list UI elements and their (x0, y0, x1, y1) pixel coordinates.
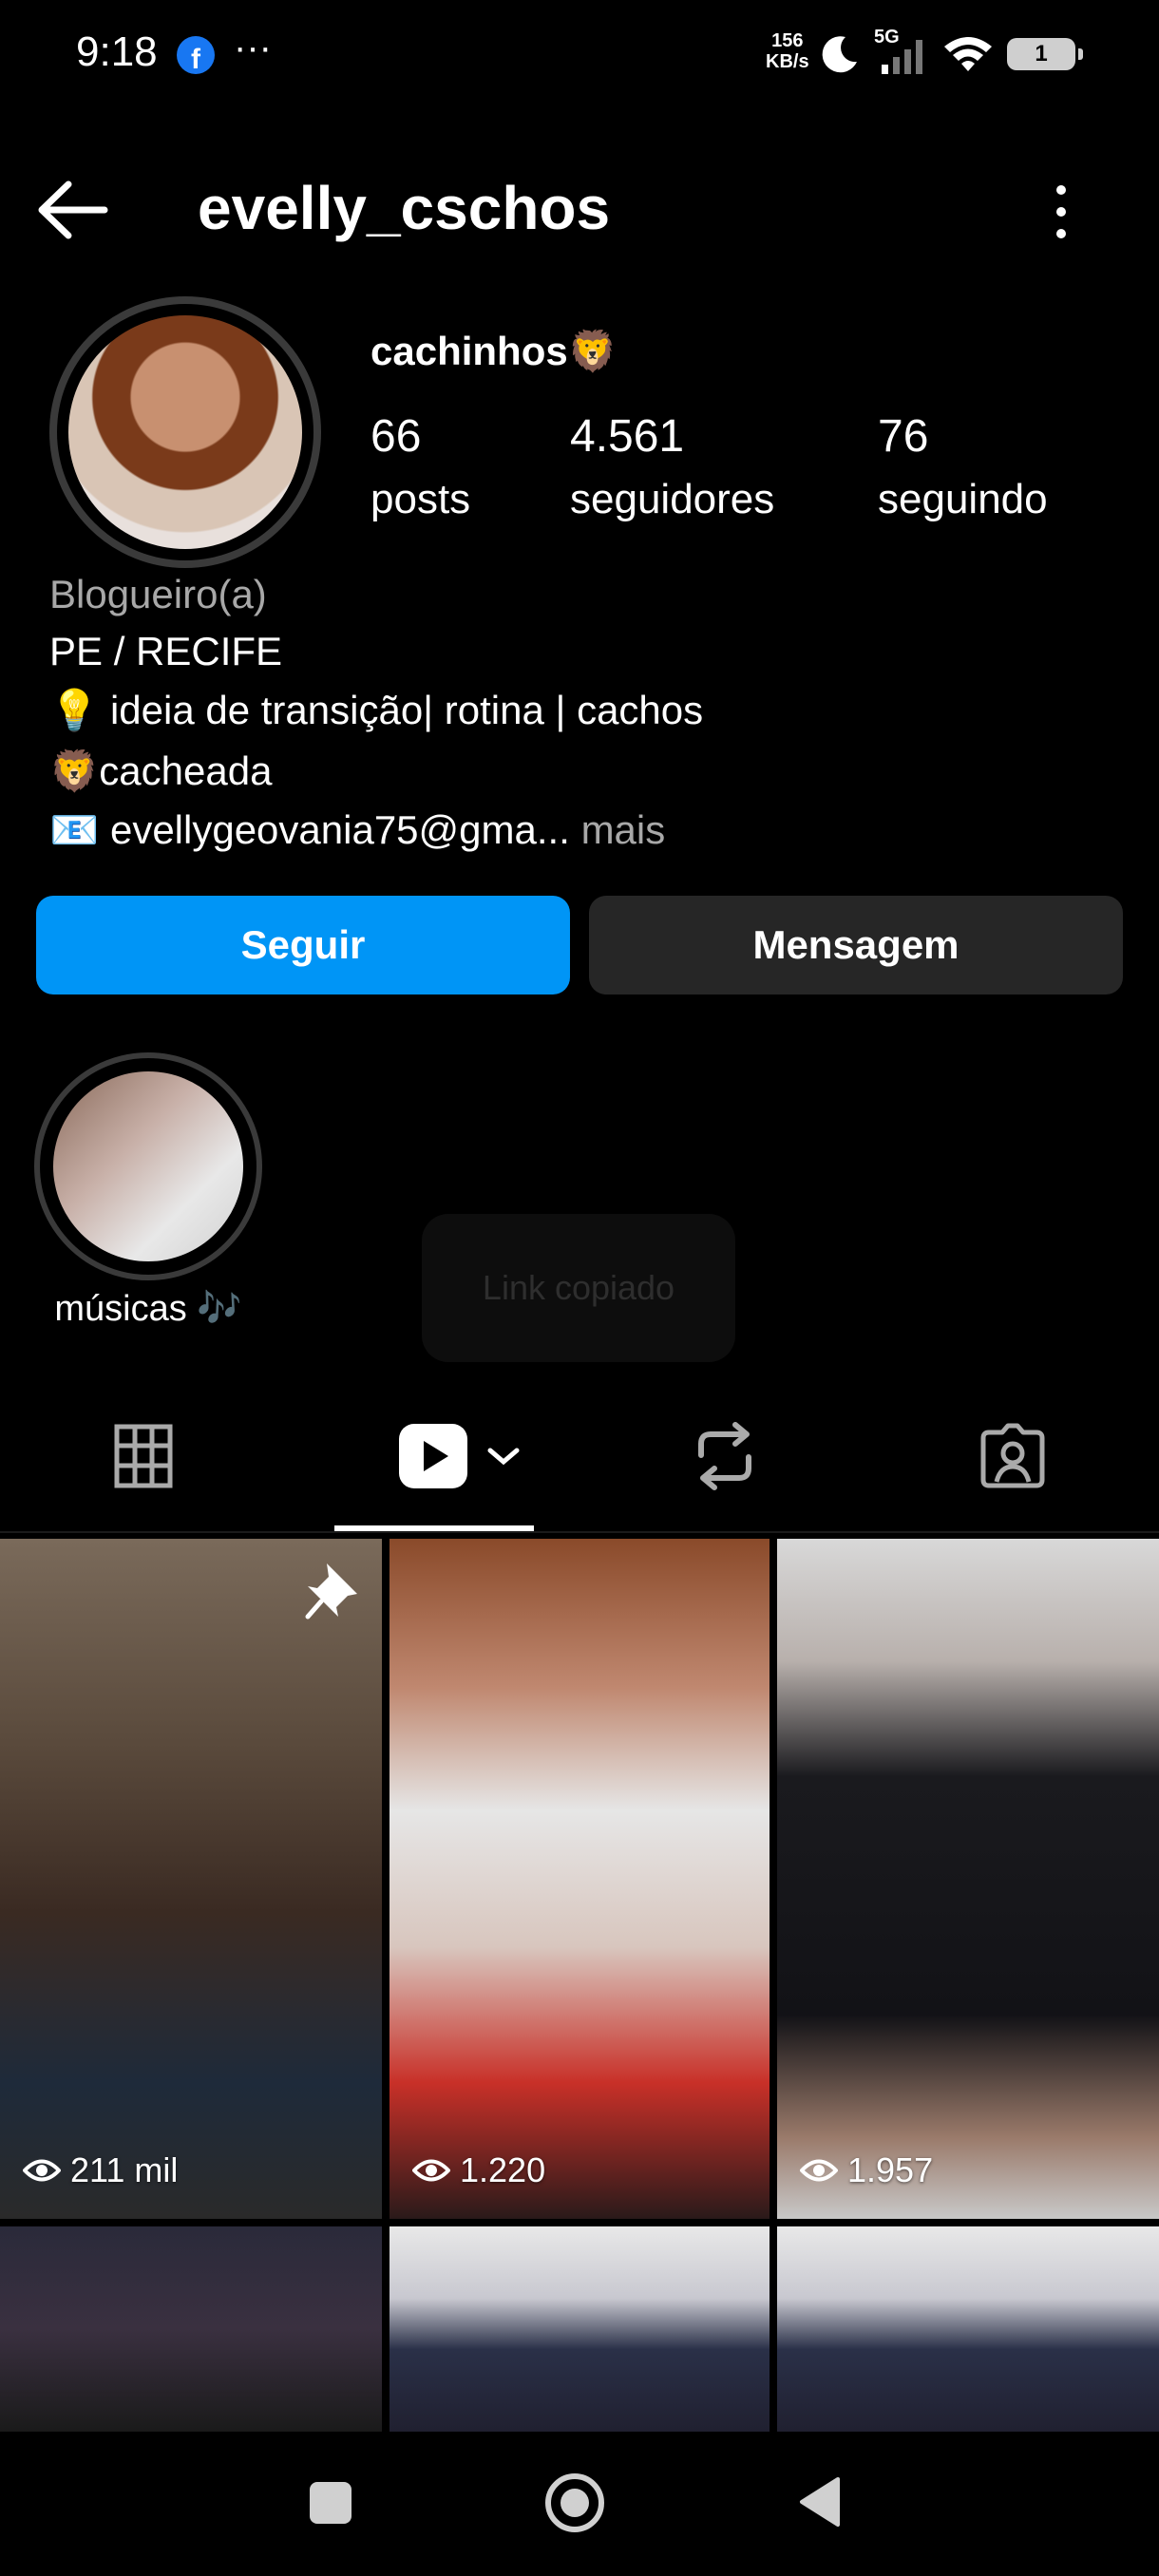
system-navigation-bar (0, 2432, 1159, 2576)
eye-icon (800, 2159, 838, 2182)
profile-username: evelly_cschos (198, 174, 611, 242)
signal-icon: 5G (874, 27, 929, 76)
reel-tile[interactable] (390, 2226, 770, 2432)
view-count-value: 1.957 (847, 2150, 934, 2189)
reel-tile[interactable] (0, 2226, 382, 2432)
highlight-label: músicas 🎶 (54, 1289, 242, 1329)
reel-tile[interactable]: 211 mil (0, 1539, 382, 2219)
pin-icon (305, 1563, 357, 1619)
profile-category: Blogueiro(a) (49, 572, 267, 616)
bio-email-line: 📧 evellygeovania75@gma... mais (49, 807, 665, 854)
stat-following[interactable]: 76 seguindo (878, 410, 1048, 523)
bio-email: 📧 evellygeovania75@gma... (49, 807, 570, 852)
home-icon[interactable] (543, 2472, 606, 2534)
status-icons: 5G 1 (819, 27, 1083, 80)
view-count-value: 1.220 (460, 2150, 546, 2189)
tab-tagged[interactable] (965, 1413, 1060, 1499)
stat-followers-label: seguidores (570, 476, 775, 522)
stat-following-label: seguindo (878, 476, 1048, 522)
stat-followers[interactable]: 4.561 seguidores (570, 410, 774, 523)
network-speed-unit: KB/s (766, 51, 809, 72)
more-options-icon[interactable] (1045, 180, 1077, 243)
grid-icon (114, 1424, 173, 1488)
reel-tile[interactable]: 1.220 (390, 1539, 770, 2219)
back-icon[interactable] (796, 2475, 844, 2529)
bio-line: 🦁cacheada (49, 748, 273, 793)
highlight-cover[interactable] (53, 1071, 243, 1261)
view-count: 1.957 (800, 2150, 933, 2190)
display-name: cachinhos🦁 (370, 329, 618, 373)
message-button[interactable]: Mensagem (589, 896, 1123, 994)
bio-line: PE / RECIFE (49, 629, 283, 673)
stat-posts-label: posts (370, 476, 471, 522)
view-count: 211 mil (23, 2150, 178, 2190)
reel-tile[interactable] (777, 2226, 1159, 2432)
follow-button[interactable]: Seguir (36, 896, 570, 994)
network-speed-value: 156 (771, 30, 804, 51)
tab-reels[interactable] (388, 1413, 530, 1499)
reel-tile[interactable]: 1.957 (777, 1539, 1159, 2219)
status-time: 9:18 (76, 28, 158, 75)
eye-icon (23, 2159, 61, 2182)
eye-icon (412, 2159, 450, 2182)
tab-reposts[interactable] (682, 1413, 768, 1499)
reposts-icon (698, 1422, 751, 1490)
view-count: 1.220 (412, 2150, 545, 2190)
avatar[interactable] (68, 315, 302, 549)
wifi-icon (944, 37, 992, 71)
tagged-icon (980, 1423, 1045, 1488)
stat-following-value: 76 (878, 411, 929, 462)
tab-grid[interactable] (91, 1413, 196, 1499)
stat-posts-value: 66 (370, 411, 422, 462)
reels-icon (399, 1424, 467, 1488)
view-count-value: 211 mil (70, 2150, 179, 2189)
bio-more-link[interactable]: mais (581, 807, 666, 852)
stat-posts[interactable]: 66 posts (370, 410, 470, 523)
bio-line: 💡 ideia de transição| rotina | cachos (49, 688, 704, 732)
chevron-down-icon (487, 1448, 520, 1466)
recent-apps-icon[interactable] (307, 2479, 354, 2527)
back-arrow-icon[interactable] (34, 177, 110, 243)
do-not-disturb-moon-icon (822, 36, 857, 73)
toast-message: Link copiado (422, 1214, 735, 1362)
more-notifications-icon: ··· (234, 27, 272, 68)
stat-followers-value: 4.561 (570, 411, 685, 462)
network-speed: 156 KB/s (766, 30, 809, 72)
tab-divider (0, 1531, 1159, 1533)
battery-icon: 1 (1007, 38, 1083, 70)
facebook-notification-icon: f (177, 36, 215, 74)
